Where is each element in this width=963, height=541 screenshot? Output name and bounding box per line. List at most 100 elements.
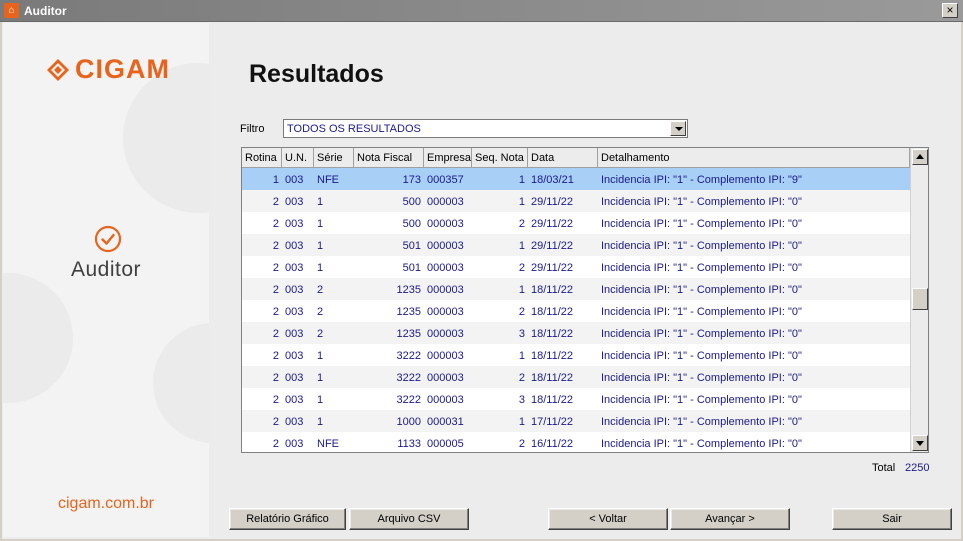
cell-empresa: 000003 xyxy=(427,284,464,296)
cell-seq-nota: 3 xyxy=(518,328,525,340)
cell-seq-nota: 3 xyxy=(518,394,525,406)
app-icon: ⌂ xyxy=(4,3,19,18)
cell-detalhamento: Incidencia IPI: "1" - Complemento IPI: "… xyxy=(601,350,802,362)
column-header-data[interactable]: Data xyxy=(528,148,598,168)
column-header-nota-fiscal[interactable]: Nota Fiscal xyxy=(354,148,424,168)
close-button[interactable]: × xyxy=(942,3,958,18)
cell-un: 003 xyxy=(285,218,304,230)
table-row[interactable]: 2 003 1 3222 000003 2 18/11/22 Incidencia IPI: … xyxy=(242,366,910,388)
scroll-down-icon[interactable] xyxy=(912,435,928,451)
cell-empresa: 000003 xyxy=(427,196,464,208)
table-row[interactable]: 2 003 2 1235 000003 3 18/11/22 Incidencia IPI: … xyxy=(242,322,910,344)
cell-serie: 1 xyxy=(317,416,324,428)
cell-empresa: 000003 xyxy=(427,306,464,318)
cell-detalhamento: Incidencia IPI: "1" - Complemento IPI: "… xyxy=(601,306,802,318)
cell-data: 29/11/22 xyxy=(531,262,574,274)
cell-serie: 1 xyxy=(317,218,324,230)
cell-serie: 2 xyxy=(317,328,324,340)
sidebar: CIGAM Auditor cigam.com.br xyxy=(3,23,209,537)
website-link[interactable]: cigam.com.br xyxy=(3,495,209,513)
cell-empresa: 000003 xyxy=(427,262,464,274)
cell-data: 29/11/22 xyxy=(531,240,574,252)
cell-un: 003 xyxy=(285,394,304,406)
table-row[interactable]: 2 003 1 501 000003 1 29/11/22 Incidencia IPI: "… xyxy=(242,234,910,256)
column-header-empresa[interactable]: Empresa xyxy=(424,148,472,168)
cell-rotina: 2 xyxy=(272,394,279,406)
sair-button[interactable]: Sair xyxy=(832,508,952,530)
cell-serie: 1 xyxy=(317,240,324,252)
relatorio-grafico-button[interactable]: Relatório Gráfico xyxy=(229,508,346,530)
cell-nota-fiscal: 500 xyxy=(402,196,421,208)
cell-empresa: 000003 xyxy=(427,372,464,384)
vertical-scrollbar[interactable] xyxy=(910,148,928,452)
chevron-down-icon[interactable] xyxy=(670,121,686,136)
column-header-detalhamento[interactable]: Detalhamento xyxy=(598,148,910,168)
cell-serie: NFE xyxy=(317,174,339,186)
cell-seq-nota: 2 xyxy=(518,218,525,230)
cell-serie: 1 xyxy=(317,350,324,362)
cell-rotina: 2 xyxy=(272,438,279,450)
cell-seq-nota: 1 xyxy=(518,350,525,362)
cell-empresa: 000003 xyxy=(427,350,464,362)
cell-nota-fiscal: 500 xyxy=(402,218,421,230)
cell-rotina: 1 xyxy=(272,174,279,186)
cell-seq-nota: 1 xyxy=(518,284,525,296)
cell-rotina: 2 xyxy=(272,372,279,384)
scroll-thumb[interactable] xyxy=(912,288,928,310)
cell-serie: 1 xyxy=(317,262,324,274)
cell-serie: 1 xyxy=(317,394,324,406)
column-header-un[interactable]: U.N. xyxy=(282,148,314,168)
scroll-up-icon[interactable] xyxy=(912,149,928,165)
cell-detalhamento: Incidencia IPI: "1" - Complemento IPI: "… xyxy=(601,262,802,274)
cell-data: 18/11/22 xyxy=(531,394,574,406)
filter-selected-value: TODOS OS RESULTADOS xyxy=(287,123,421,135)
cell-empresa: 000003 xyxy=(427,218,464,230)
table-row[interactable]: 2 003 NFE 1133 000005 2 16/11/22 Incidencia IPI… xyxy=(242,432,910,452)
cell-serie: 2 xyxy=(317,284,324,296)
cell-seq-nota: 1 xyxy=(518,174,525,186)
cell-un: 003 xyxy=(285,328,304,340)
column-header-rotina[interactable]: Rotina xyxy=(242,148,282,168)
cell-un: 003 xyxy=(285,284,304,296)
results-table[interactable]: Rotina U.N. Série Nota Fiscal Empresa Se… xyxy=(241,147,929,453)
table-row[interactable]: 2 003 2 1235 000003 2 18/11/22 Incidencia IPI: … xyxy=(242,300,910,322)
avancar-button[interactable]: Avançar > xyxy=(670,508,790,530)
cell-detalhamento: Incidencia IPI: "1" - Complemento IPI: "… xyxy=(601,218,802,230)
cell-detalhamento: Incidencia IPI: "1" - Complemento IPI: "… xyxy=(601,284,802,296)
cell-serie: 1 xyxy=(317,196,324,208)
table-row[interactable]: 2 003 1 501 000003 2 29/11/22 Incidencia IPI: "… xyxy=(242,256,910,278)
cell-data: 18/11/22 xyxy=(531,350,574,362)
cell-un: 003 xyxy=(285,438,304,450)
decorative-circle xyxy=(3,273,73,403)
decorative-circle xyxy=(153,323,209,443)
table-row[interactable]: 2 003 1 3222 000003 3 18/11/22 Incidencia IPI: … xyxy=(242,388,910,410)
cell-data: 18/11/22 xyxy=(531,284,574,296)
cell-un: 003 xyxy=(285,372,304,384)
filter-dropdown[interactable]: TODOS OS RESULTADOS xyxy=(283,119,688,138)
cell-seq-nota: 1 xyxy=(518,416,525,428)
cell-rotina: 2 xyxy=(272,416,279,428)
column-header-serie[interactable]: Série xyxy=(314,148,354,168)
brand-logo: CIGAM xyxy=(45,56,170,83)
cell-serie: 1 xyxy=(317,372,324,384)
cell-detalhamento: Incidencia IPI: "1" - Complemento IPI: "… xyxy=(601,372,802,384)
total-label: Total xyxy=(872,462,896,474)
cell-un: 003 xyxy=(285,240,304,252)
cell-detalhamento: Incidencia IPI: "1" - Complemento IPI: "… xyxy=(601,196,802,208)
cell-rotina: 2 xyxy=(272,240,279,252)
cell-detalhamento: Incidencia IPI: "1" - Complemento IPI: "… xyxy=(601,174,802,186)
arquivo-csv-button[interactable]: Arquivo CSV xyxy=(349,508,469,530)
table-row[interactable]: 2 003 1 1000 000031 1 17/11/22 Incidencia IPI: … xyxy=(242,410,910,432)
cell-nota-fiscal: 1133 xyxy=(397,438,421,450)
voltar-button[interactable]: < Voltar xyxy=(548,508,668,530)
table-row[interactable]: 2 003 2 1235 000003 1 18/11/22 Incidencia IPI: … xyxy=(242,278,910,300)
cell-rotina: 2 xyxy=(272,218,279,230)
page-title: Resultados xyxy=(249,60,384,88)
table-row[interactable]: 1 003 NFE 173 000357 1 18/03/21 Incidencia IPI:… xyxy=(242,168,910,190)
column-header-seq-nota[interactable]: Seq. Nota xyxy=(472,148,528,168)
cell-nota-fiscal: 501 xyxy=(402,240,421,252)
cell-rotina: 2 xyxy=(272,196,279,208)
table-row[interactable]: 2 003 1 500 000003 1 29/11/22 Incidencia IPI: "… xyxy=(242,190,910,212)
table-row[interactable]: 2 003 1 3222 000003 1 18/11/22 Incidencia IPI: … xyxy=(242,344,910,366)
table-row[interactable]: 2 003 1 500 000003 2 29/11/22 Incidencia IPI: "… xyxy=(242,212,910,234)
